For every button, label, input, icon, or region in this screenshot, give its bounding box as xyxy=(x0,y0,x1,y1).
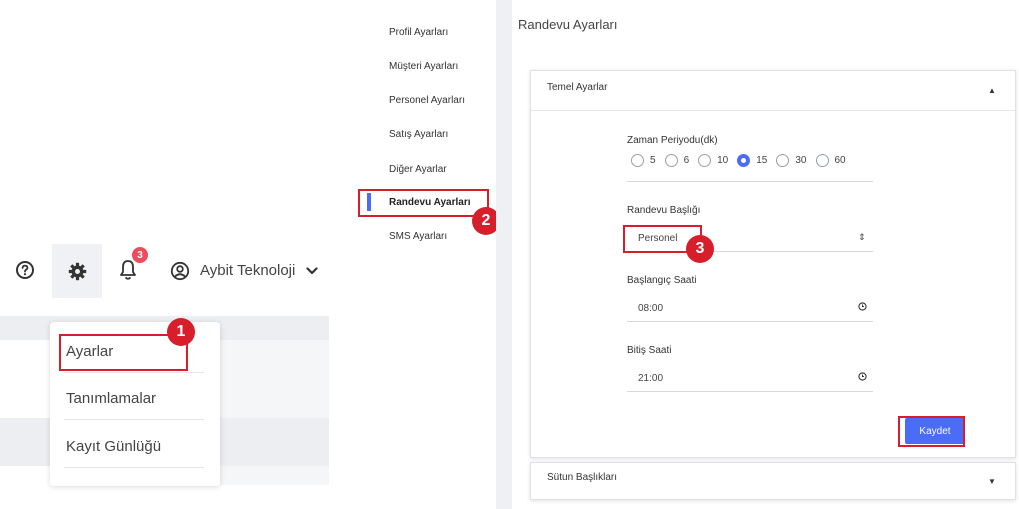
radio-option-15[interactable]: 15 xyxy=(737,154,767,167)
field-underline xyxy=(627,391,873,392)
menu-divider xyxy=(64,419,204,420)
step-marker: 3 xyxy=(686,235,714,263)
gear-icon xyxy=(67,261,87,281)
temel-ayarlar-card: Temel Ayarlar ▲ Zaman Periyodu(dk) 5 6 1… xyxy=(530,70,1016,458)
left-panel: 3 Aybit Teknoloji Ayarlar Tanımlamalar K… xyxy=(0,0,335,509)
main-content: Randevu Ayarları Temel Ayarlar ▲ Zaman P… xyxy=(512,0,1019,509)
radio-button[interactable] xyxy=(776,154,790,167)
menu-item-kayit-gunlugu[interactable]: Kayıt Günlüğü xyxy=(66,438,202,455)
column-headers-card[interactable]: Sütun Başlıkları ▼ xyxy=(530,462,1016,500)
radio-option-30[interactable]: 30 xyxy=(776,154,807,167)
field-underline xyxy=(627,181,873,182)
help-circle-icon[interactable] xyxy=(14,259,36,281)
card-header[interactable]: Temel Ayarlar ▲ xyxy=(531,71,1015,111)
separator-column xyxy=(496,0,512,509)
notification-badge: 3 xyxy=(132,247,148,263)
radio-option-10[interactable]: 10 xyxy=(698,154,728,167)
end-time-input[interactable]: 21:00 xyxy=(638,373,663,384)
time-period-radio-group: 5 6 10 15 30 60 xyxy=(631,154,855,167)
caret-down-icon[interactable]: ▼ xyxy=(988,477,996,486)
nav-item-satis[interactable]: Satış Ayarları xyxy=(389,129,448,140)
nav-item-diger[interactable]: Diğer Ayarlar xyxy=(389,164,447,175)
background-card xyxy=(220,340,329,485)
start-time-label: Başlangıç Saati xyxy=(627,275,697,286)
user-name[interactable]: Aybit Teknoloji xyxy=(200,262,295,279)
appointment-title-label: Randevu Başlığı xyxy=(627,205,701,216)
nav-item-personel[interactable]: Personel Ayarları xyxy=(389,95,465,106)
nav-item-musteri[interactable]: Müşteri Ayarları xyxy=(389,61,458,72)
caret-up-icon[interactable]: ▲ xyxy=(988,86,996,95)
radio-option-6[interactable]: 6 xyxy=(664,154,689,167)
field-underline xyxy=(627,321,873,322)
start-time-input[interactable]: 08:00 xyxy=(638,303,663,314)
menu-divider xyxy=(64,372,204,373)
user-circle-icon[interactable] xyxy=(169,260,191,282)
card-title: Temel Ayarlar xyxy=(547,82,608,93)
settings-button[interactable] xyxy=(52,244,102,298)
clock-icon[interactable] xyxy=(858,372,867,383)
radio-button[interactable] xyxy=(631,154,644,167)
nav-item-sms[interactable]: SMS Ayarları xyxy=(389,231,447,242)
highlight-box xyxy=(358,189,489,217)
chevron-down-icon[interactable] xyxy=(305,264,319,278)
menu-divider xyxy=(64,467,204,468)
radio-button[interactable] xyxy=(815,154,829,167)
highlight-box xyxy=(898,416,965,447)
time-period-label: Zaman Periyodu(dk) xyxy=(627,135,718,146)
step-marker: 1 xyxy=(167,318,195,346)
radio-option-60[interactable]: 60 xyxy=(815,154,846,167)
clock-icon[interactable] xyxy=(858,302,867,313)
radio-button[interactable] xyxy=(698,154,712,167)
menu-item-tanimlamalar[interactable]: Tanımlamalar xyxy=(66,390,202,407)
radio-button-checked[interactable] xyxy=(737,154,751,167)
nav-item-profil[interactable]: Profil Ayarları xyxy=(389,27,448,38)
settings-nav: Profil Ayarları Müşteri Ayarları Persone… xyxy=(336,0,500,509)
select-arrows-icon[interactable]: ⇕ xyxy=(858,232,866,243)
page-title: Randevu Ayarları xyxy=(518,17,618,32)
card-title: Sütun Başlıkları xyxy=(547,472,618,483)
end-time-label: Bitiş Saati xyxy=(627,345,672,356)
radio-option-5[interactable]: 5 xyxy=(631,154,656,167)
background-strip xyxy=(0,340,50,485)
radio-button[interactable] xyxy=(664,154,678,167)
